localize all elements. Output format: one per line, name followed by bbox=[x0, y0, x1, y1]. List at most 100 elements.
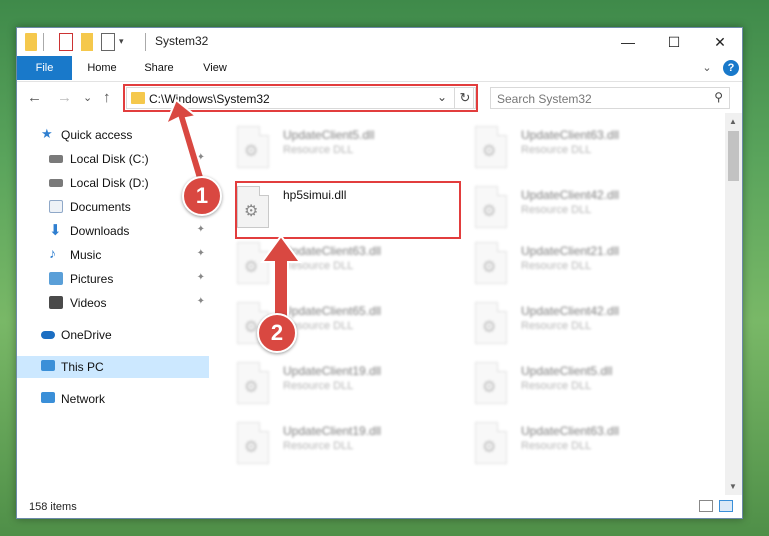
search-icon[interactable]: ⚲ bbox=[714, 90, 723, 104]
sidebar-item-label: OneDrive bbox=[61, 328, 112, 342]
pin-icon[interactable]: ✦ bbox=[197, 248, 205, 259]
large-icons-view-icon[interactable] bbox=[719, 500, 733, 512]
dll-file-icon: ⚙ bbox=[237, 422, 269, 464]
dll-file-icon: ⚙ bbox=[475, 186, 507, 228]
sidebar-item-onedrive[interactable]: OneDrive bbox=[17, 324, 209, 346]
file-type: Resource DLL bbox=[283, 260, 354, 272]
file-item[interactable]: ⚙ UpdateClient5.dll Resource DLL bbox=[455, 358, 685, 408]
file-item[interactable]: ⚙ UpdateClient5.dll Resource DLL bbox=[217, 122, 447, 172]
dll-file-icon: ⚙ bbox=[475, 126, 507, 168]
file-item[interactable]: ⚙ UpdateClient63.dll Resource DLL bbox=[455, 418, 685, 468]
file-name: UpdateClient63.dll bbox=[521, 128, 620, 142]
back-arrow-icon[interactable]: ← bbox=[27, 89, 42, 106]
sidebar-item-label: Local Disk (D:) bbox=[70, 176, 149, 190]
star-icon: ★ bbox=[41, 126, 53, 141]
details-view-icon[interactable] bbox=[699, 500, 713, 512]
pin-icon[interactable]: ✦ bbox=[197, 152, 205, 163]
file-name: UpdateClient63.dll bbox=[521, 424, 620, 438]
maximize-button[interactable]: ☐ bbox=[651, 28, 697, 56]
downloads-icon: ⬇ bbox=[49, 222, 62, 239]
file-item[interactable]: ⚙ UpdateClient19.dll Resource DLL bbox=[217, 418, 447, 468]
sidebar-item-quick-access[interactable]: ★ Quick access bbox=[17, 124, 209, 146]
ribbon-expand-icon[interactable]: ⌄ bbox=[699, 56, 715, 80]
file-name: UpdateClient21.dll bbox=[521, 244, 620, 258]
sidebar-item-local-disk-c[interactable]: Local Disk (C:) ✦ bbox=[17, 148, 209, 170]
sidebar-item-network[interactable]: Network bbox=[17, 388, 209, 410]
dll-file-icon: ⚙ bbox=[475, 242, 507, 284]
file-type: Resource DLL bbox=[521, 380, 592, 392]
navigation-pane: ★ Quick access Local Disk (C:) ✦ Local D… bbox=[17, 118, 211, 490]
sidebar-item-pictures[interactable]: Pictures ✦ bbox=[17, 268, 209, 290]
file-type: Resource DLL bbox=[521, 204, 592, 216]
search-input[interactable]: Search System32 ⚲ bbox=[490, 87, 730, 109]
sidebar-item-label: Pictures bbox=[70, 272, 114, 286]
explorer-window: ▾ System32 — ☐ ✕ File Home Share View ⌄ … bbox=[16, 27, 743, 519]
sidebar-item-videos[interactable]: Videos ✦ bbox=[17, 292, 209, 314]
file-item[interactable]: ⚙ UpdateClient65.dll Resource DLL bbox=[217, 298, 447, 348]
vertical-scrollbar[interactable]: ▲ ▼ bbox=[725, 113, 742, 495]
pin-icon[interactable]: ✦ bbox=[197, 224, 205, 235]
recent-locations-icon[interactable]: ⌄ bbox=[83, 91, 92, 104]
title-bar: ▾ System32 — ☐ ✕ bbox=[17, 28, 742, 56]
forward-arrow-icon[interactable]: → bbox=[57, 89, 72, 106]
tab-home[interactable]: Home bbox=[77, 56, 127, 80]
file-type: Resource DLL bbox=[283, 440, 354, 452]
scrollbar-thumb[interactable] bbox=[728, 131, 739, 181]
sidebar-item-label: Documents bbox=[70, 200, 131, 214]
tab-share[interactable]: Share bbox=[135, 56, 183, 80]
dll-file-icon: ⚙ bbox=[475, 422, 507, 464]
file-item[interactable]: ⚙ UpdateClient42.dll Resource DLL bbox=[455, 182, 685, 232]
file-item[interactable]: ⚙ UpdateClient42.dll Resource DLL bbox=[455, 298, 685, 348]
dll-file-icon: ⚙ bbox=[237, 242, 269, 284]
sidebar-item-downloads[interactable]: ⬇ Downloads ✦ bbox=[17, 220, 209, 242]
file-name: UpdateClient5.dll bbox=[283, 128, 375, 142]
navigation-bar: ← → ⌄ ↑ C:\Windows\System32 ⌄ ↻ Search S… bbox=[17, 83, 742, 113]
sidebar-item-local-disk-d[interactable]: Local Disk (D:) bbox=[17, 172, 209, 194]
ribbon: File Home Share View ⌄ ? bbox=[17, 56, 742, 82]
separator bbox=[43, 33, 44, 51]
minimize-button[interactable]: — bbox=[605, 28, 651, 56]
close-button[interactable]: ✕ bbox=[697, 28, 743, 56]
file-type: Resource DLL bbox=[283, 144, 354, 156]
sidebar-item-label: Local Disk (C:) bbox=[70, 152, 149, 166]
file-item[interactable]: ⚙ UpdateClient63.dll Resource DLL bbox=[455, 122, 685, 172]
tab-view[interactable]: View bbox=[193, 56, 237, 80]
scroll-down-icon[interactable]: ▼ bbox=[729, 482, 737, 491]
sidebar-item-label: Downloads bbox=[70, 224, 130, 238]
customize-icon[interactable] bbox=[101, 33, 115, 51]
file-item[interactable]: ⚙ UpdateClient63.dll Resource DLL bbox=[217, 238, 447, 288]
tab-file[interactable]: File bbox=[17, 56, 72, 80]
sidebar-item-label: Music bbox=[70, 248, 102, 262]
sidebar-item-this-pc[interactable]: This PC bbox=[17, 356, 209, 378]
folder-icon bbox=[25, 33, 37, 51]
sidebar-item-label: Quick access bbox=[61, 128, 133, 142]
sidebar-item-documents[interactable]: Documents ✦ bbox=[17, 196, 209, 218]
file-highlight-box bbox=[235, 181, 461, 239]
chevron-down-icon[interactable]: ▾ bbox=[119, 36, 124, 54]
file-name: UpdateClient42.dll bbox=[521, 304, 620, 318]
new-folder-icon[interactable] bbox=[81, 33, 93, 51]
file-name: UpdateClient5.dll bbox=[521, 364, 613, 378]
step-2-badge: 2 bbox=[257, 313, 297, 353]
scroll-up-icon[interactable]: ▲ bbox=[729, 117, 737, 126]
address-highlight-box bbox=[123, 84, 478, 112]
sidebar-item-label: This PC bbox=[61, 360, 104, 374]
sidebar-item-label: Network bbox=[61, 392, 106, 406]
pin-icon[interactable]: ✦ bbox=[197, 272, 205, 283]
sidebar-item-music[interactable]: ♪ Music ✦ bbox=[17, 244, 209, 266]
file-type: Resource DLL bbox=[521, 260, 592, 272]
file-item[interactable]: ⚙ UpdateClient21.dll Resource DLL bbox=[455, 238, 685, 288]
properties-icon[interactable] bbox=[59, 33, 73, 51]
up-arrow-icon[interactable]: ↑ bbox=[103, 89, 111, 106]
file-item[interactable]: ⚙ UpdateClient19.dll Resource DLL bbox=[217, 358, 447, 408]
search-placeholder: Search System32 bbox=[497, 92, 592, 106]
file-type: Resource DLL bbox=[521, 144, 592, 156]
help-icon[interactable]: ? bbox=[723, 60, 739, 76]
file-name: UpdateClient42.dll bbox=[521, 188, 620, 202]
dll-file-icon: ⚙ bbox=[475, 302, 507, 344]
videos-icon bbox=[49, 296, 63, 309]
documents-icon bbox=[49, 200, 63, 213]
pin-icon[interactable]: ✦ bbox=[197, 296, 205, 307]
network-icon bbox=[41, 392, 55, 403]
dll-file-icon: ⚙ bbox=[237, 362, 269, 404]
